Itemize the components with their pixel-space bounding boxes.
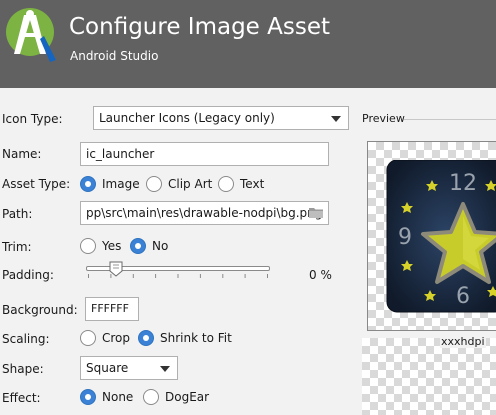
launcher-icon-preview: 12 9 6 [386,160,496,313]
padding-label: Padding: [2,268,54,282]
path-input[interactable]: pp\src\main\res\drawable-nodpi\bg.png [80,201,329,225]
trim-label: Trim: [2,240,32,254]
dialog-header: Configure Image Asset Android Studio [0,0,496,88]
scaling-label: Scaling: [2,332,50,346]
background-color-field[interactable]: FFFFFF [85,297,139,321]
shape-value: Square [86,361,129,375]
preview-canvas-extra [362,338,496,415]
clock-number-6: 6 [456,284,470,309]
path-value: pp\src\main\res\drawable-nodpi\bg.png [86,206,323,220]
effect-none-radio[interactable]: None [80,388,133,406]
dialog-subtitle: Android Studio [70,49,159,63]
asset-type-image-radio[interactable]: Image [80,175,140,193]
preview-divider [404,119,496,120]
icon-type-label: Icon Type: [2,112,63,126]
android-studio-logo-icon [6,8,56,62]
padding-value: 0 % [309,268,332,282]
asset-type-label: Asset Type: [2,177,71,191]
name-label: Name: [2,147,42,161]
preview-density-label: xxxhdpi [440,335,486,348]
folder-icon[interactable] [308,206,324,219]
chevron-down-icon [160,366,170,372]
name-input[interactable]: ic_launcher [80,142,329,166]
shape-select[interactable]: Square [80,356,178,380]
shape-label: Shape: [2,362,44,376]
clock-number-9: 9 [398,225,412,250]
trim-yes-radio[interactable]: Yes [80,237,121,255]
scaling-shrink-radio[interactable]: Shrink to Fit [138,329,232,347]
padding-slider-thumb[interactable] [109,261,123,277]
effect-dogear-radio[interactable]: DogEar [143,388,209,406]
scaling-crop-radio[interactable]: Crop [80,329,130,347]
icon-type-select[interactable]: Launcher Icons (Legacy only) [93,106,349,130]
asset-type-clipart-radio[interactable]: Clip Art [146,175,212,193]
effect-label: Effect: [2,391,41,405]
preview-label: Preview [362,112,405,125]
icon-type-value: Launcher Icons (Legacy only) [99,111,275,125]
dialog-title: Configure Image Asset [69,14,330,40]
chevron-down-icon [331,116,341,122]
trim-no-radio[interactable]: No [130,237,168,255]
asset-type-text-radio[interactable]: Text [218,175,264,193]
clock-number-12: 12 [449,171,477,196]
background-label: Background: [2,303,78,317]
path-label: Path: [2,207,33,221]
